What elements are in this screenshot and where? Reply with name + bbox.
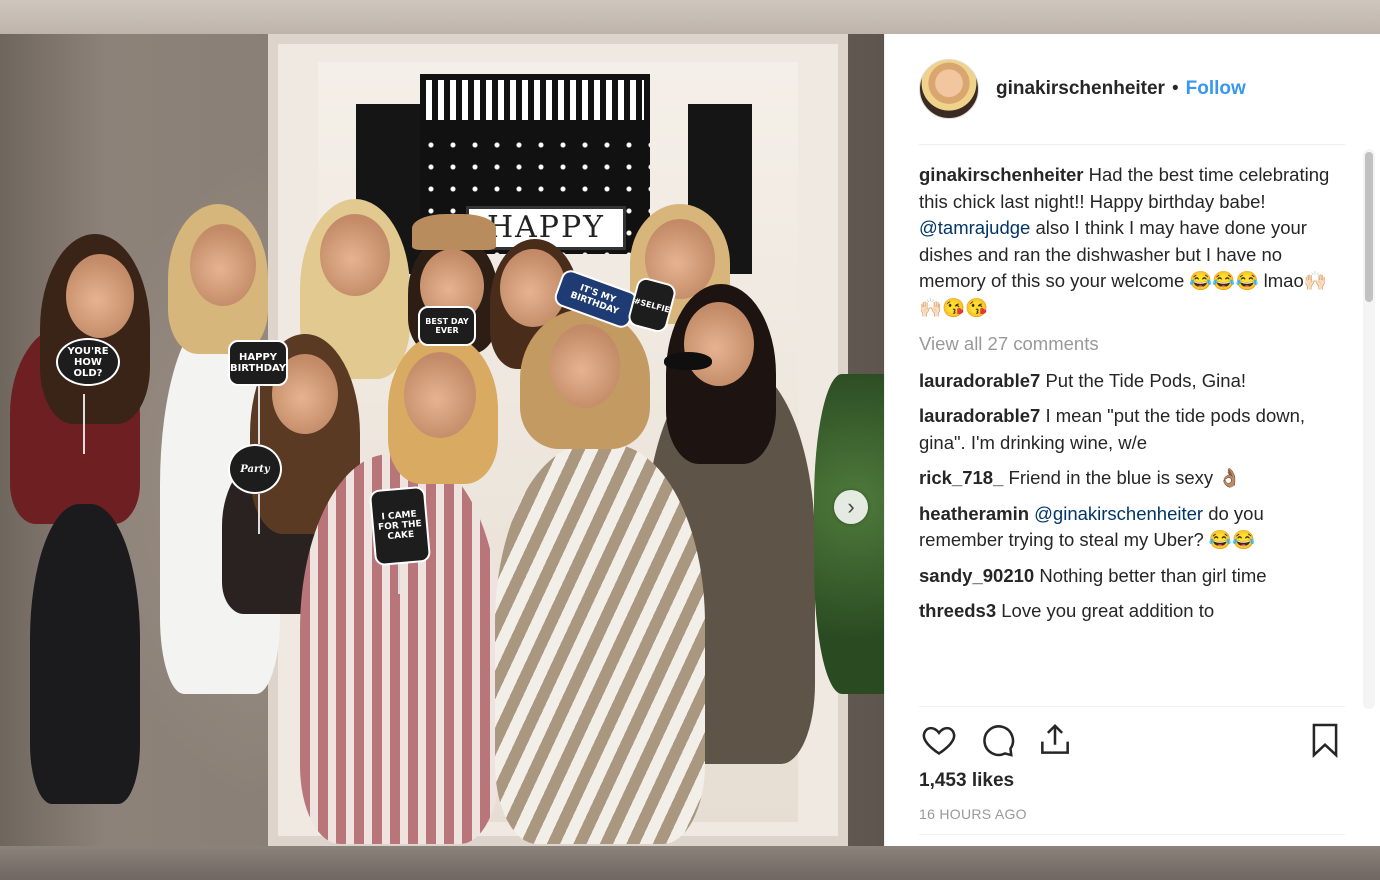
- divider: [919, 834, 1345, 835]
- comment-item: lauradorable7 Put the Tide Pods, Gina!: [919, 368, 1343, 395]
- comment-username[interactable]: rick_718_: [919, 467, 1003, 488]
- chevron-right-icon: ›: [847, 494, 855, 519]
- scrollbar-thumb[interactable]: [1365, 152, 1373, 302]
- heart-icon: [922, 726, 956, 755]
- divider: [919, 706, 1345, 707]
- bookmark-icon: [1312, 723, 1338, 758]
- prop-sign-cake: I CAME FOR THE CAKE: [368, 485, 432, 567]
- share-button[interactable]: [1035, 720, 1075, 760]
- view-all-comments-link[interactable]: View all 27 comments: [919, 331, 1343, 358]
- avatar[interactable]: [919, 59, 979, 119]
- divider: [919, 144, 1345, 145]
- post-side-panel: ginakirschenheiter • Follow ginakirschen…: [884, 34, 1380, 846]
- comment-item: threeds3 Love you great addition to: [919, 598, 1343, 625]
- post-caption: ginakirschenheiter Had the best time cel…: [919, 162, 1343, 321]
- comment-text: Friend in the blue is sexy 👌🏽: [1003, 467, 1242, 488]
- comment-text: Nothing better than girl time: [1034, 564, 1267, 586]
- comment-item: sandy_90210 Nothing better than girl tim…: [919, 563, 1343, 590]
- comment-username[interactable]: heatheramin: [919, 503, 1029, 524]
- header-separator: •: [1171, 78, 1179, 99]
- caption-username[interactable]: ginakirschenheiter: [919, 164, 1084, 185]
- comment-button[interactable]: [977, 720, 1017, 760]
- comment-item: rick_718_ Friend in the blue is sexy 👌🏽: [919, 465, 1343, 492]
- post-header: ginakirschenheiter • Follow: [885, 34, 1380, 144]
- comment-text: Love you great addition to: [996, 600, 1215, 621]
- prop-sign-best-day: BEST DAY EVER: [418, 306, 476, 346]
- comment-mention[interactable]: @ginakirschenheiter: [1034, 503, 1203, 524]
- prop-sign-how-old: YOU'RE HOW OLD?: [56, 338, 120, 386]
- comment-item: lauradorable7 I mean "put the tide pods …: [919, 403, 1343, 456]
- comment-username[interactable]: lauradorable7: [919, 405, 1040, 426]
- caption-mention[interactable]: @tamrajudge: [919, 217, 1030, 238]
- comments-scrollbar[interactable]: [1363, 149, 1375, 709]
- header-username[interactable]: ginakirschenheiter: [996, 78, 1165, 100]
- comment-username[interactable]: lauradorable7: [919, 370, 1040, 391]
- follow-button[interactable]: Follow: [1186, 78, 1246, 100]
- save-button[interactable]: [1305, 720, 1345, 760]
- post-photo[interactable]: HAPPY YOU'RE HOW OLD? HAPPY BIRTHDAY BES…: [0, 34, 884, 846]
- next-photo-button[interactable]: ›: [834, 490, 868, 524]
- comment-item: heatheramin @ginakirschenheiter do you r…: [919, 501, 1343, 554]
- like-button[interactable]: [919, 720, 959, 760]
- share-icon: [1041, 723, 1069, 754]
- person-10: [495, 444, 705, 844]
- person-1-legs: [30, 504, 140, 804]
- prop-sign-party: Party: [228, 444, 282, 494]
- comment-username[interactable]: sandy_90210: [919, 565, 1034, 586]
- plant: [814, 374, 884, 694]
- comment-username[interactable]: threeds3: [919, 600, 996, 621]
- comments-list[interactable]: ginakirschenheiter Had the best time cel…: [919, 162, 1343, 707]
- likes-count[interactable]: 1,453 likes: [919, 770, 1014, 792]
- instagram-post: HAPPY YOU'RE HOW OLD? HAPPY BIRTHDAY BES…: [0, 34, 1380, 846]
- prop-mustache: [664, 352, 712, 370]
- comment-icon: [983, 725, 1015, 757]
- action-bar: [919, 718, 1345, 762]
- post-timestamp[interactable]: 16 HOURS AGO: [919, 806, 1027, 822]
- comment-text: Put the Tide Pods, Gina!: [1040, 369, 1247, 391]
- prop-sign-happy-birthday: HAPPY BIRTHDAY: [228, 340, 288, 386]
